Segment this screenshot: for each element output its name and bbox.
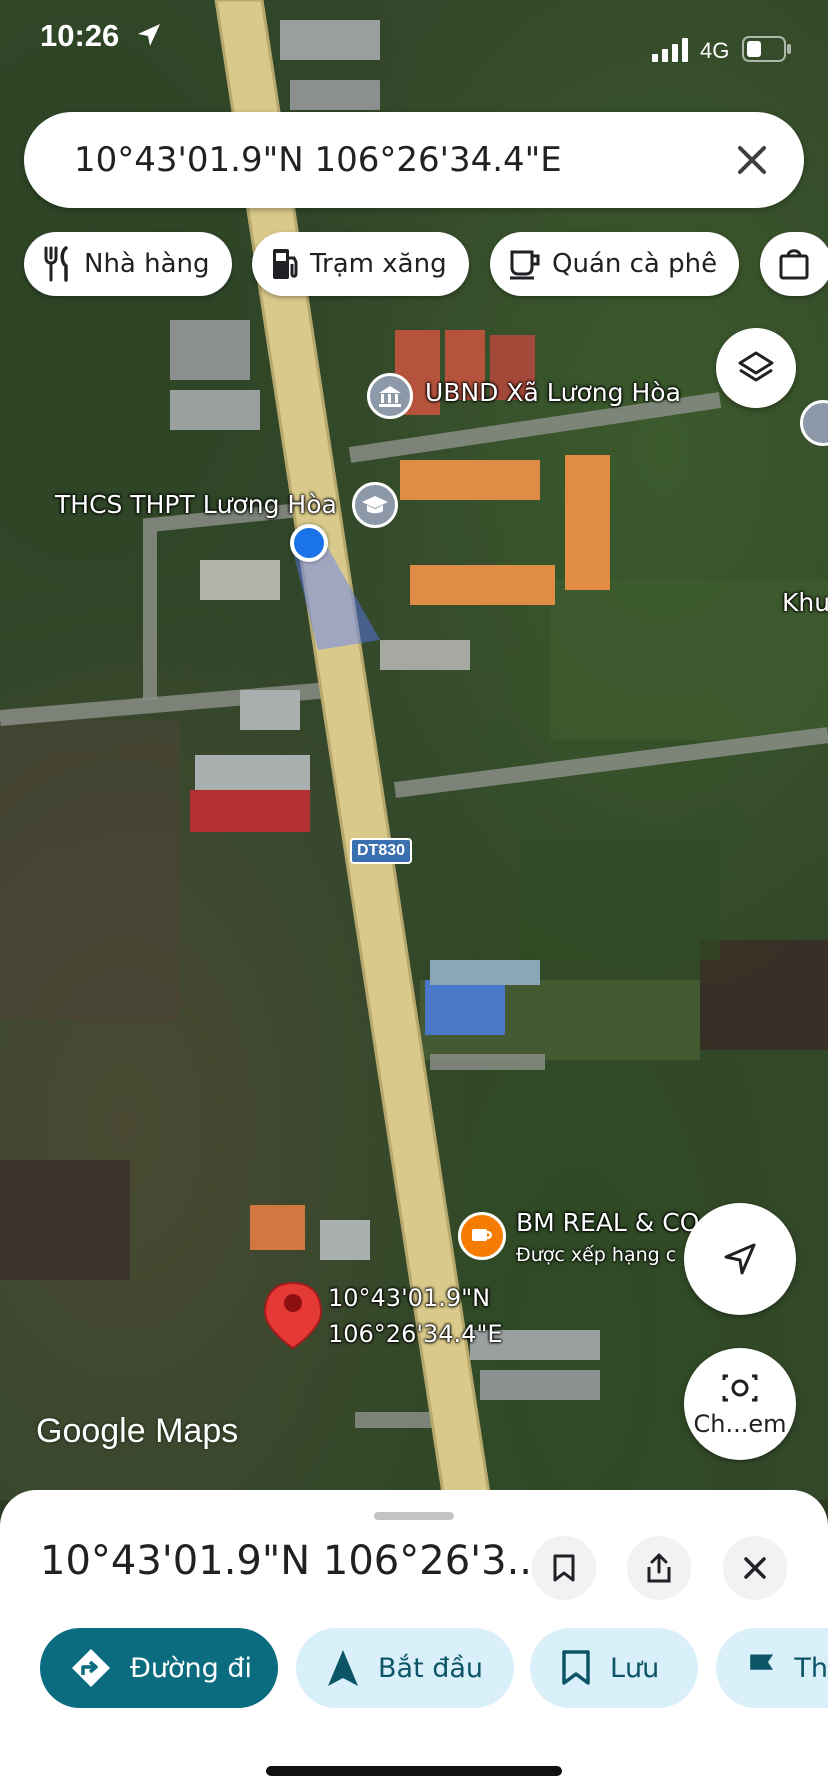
flag-icon [750,1654,774,1684]
road-shield: DT830 [350,838,413,864]
chip-gas-station[interactable]: Trạm xăng [252,232,469,296]
share-icon [647,1553,671,1583]
action-label: Lưu [610,1652,660,1684]
google-maps-logo: Google Maps [36,1412,239,1450]
poi-label-partial[interactable]: Khu [782,588,828,617]
label-button[interactable]: Th [716,1628,828,1708]
action-label: Đường đi [130,1652,253,1684]
chip-label: Quán cà phê [552,249,718,279]
government-building-icon[interactable] [367,373,413,419]
close-sheet-button[interactable] [723,1536,787,1600]
coffee-icon [510,250,540,280]
action-label: Th [794,1652,828,1684]
save-button[interactable]: Lưu [530,1628,698,1708]
share-button[interactable] [627,1536,691,1600]
poi-label-bm-real[interactable]: BM REAL & CO [516,1208,699,1237]
navigation-arrow-icon [328,1650,358,1686]
camera-icon [722,1374,758,1402]
sheet-grabber[interactable] [374,1512,454,1520]
current-location-dot [290,524,328,562]
bookmark-icon [562,1650,590,1685]
start-navigation-button[interactable]: Bắt đầu [296,1628,514,1708]
navigation-arrow-icon [724,1243,756,1275]
directions-button[interactable]: Đường đi [40,1628,278,1708]
home-indicator[interactable] [266,1766,562,1776]
battery-icon [742,36,791,62]
place-bottom-sheet[interactable]: 10°43'01.9"N 106°26'3... Đường đi Bắt đầ… [0,1490,828,1792]
signal-bars-icon [652,38,688,62]
shopping-bag-icon [779,249,809,280]
gas-station-icon [273,249,298,279]
network-type: 4G [700,38,730,63]
camera-label: Ch...em [693,1410,787,1438]
chip-shopping[interactable] [760,232,828,296]
search-query[interactable]: 10°43'01.9"N 106°26'34.4"E [74,140,562,180]
chip-coffee[interactable]: Quán cà phê [490,232,740,296]
poi-rating-text: Được xếp hạng c [516,1244,677,1266]
pin-lat-label: 10°43'01.9"N [328,1284,491,1312]
directions-icon [72,1649,110,1687]
map-pin-icon [263,1281,323,1350]
chip-label: Nhà hàng [84,249,210,279]
location-services-icon [138,24,160,46]
coffee-poi-icon[interactable] [458,1212,506,1260]
close-icon[interactable] [728,136,776,184]
place-title: 10°43'01.9"N 106°26'3... [40,1538,545,1584]
save-bookmark-button[interactable] [532,1536,596,1600]
status-time: 10:26 [40,18,120,53]
layers-icon [738,351,774,382]
bookmark-icon [553,1554,575,1582]
layers-button[interactable] [716,328,796,408]
chip-restaurant[interactable]: Nhà hàng [24,232,232,296]
poi-label-ubnd[interactable]: UBND Xã Lương Hòa [425,378,681,407]
close-icon [744,1557,766,1579]
pin-lng-label: 106°26'34.4"E [328,1320,503,1348]
camera-search-button[interactable]: Ch...em [684,1348,796,1460]
restaurant-icon [44,246,68,282]
my-location-button[interactable] [684,1203,796,1315]
school-icon[interactable] [352,482,398,528]
chip-label: Trạm xăng [310,249,447,279]
action-label: Bắt đầu [378,1652,484,1684]
search-bar[interactable]: 10°43'01.9"N 106°26'34.4"E [24,112,804,208]
poi-label-school[interactable]: THCS THPT Lương Hòa [55,490,337,519]
